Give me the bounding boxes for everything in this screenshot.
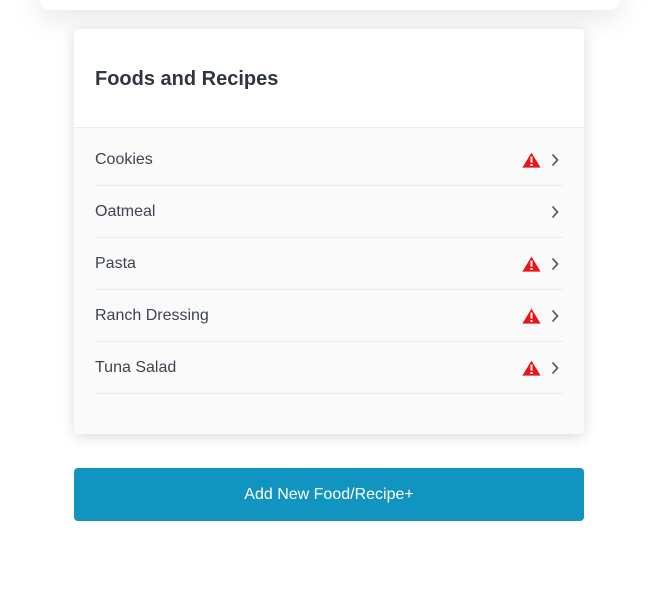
food-list: Cookies Oatmeal Pasta Ranch Dressing Tun <box>74 128 584 434</box>
chevron-right-icon <box>551 309 559 322</box>
card-header: Foods and Recipes <box>74 29 584 128</box>
card-title: Foods and Recipes <box>95 67 279 90</box>
list-item[interactable]: Ranch Dressing <box>95 290 563 342</box>
foods-recipes-card: Foods and Recipes Cookies Oatmeal Pasta … <box>74 29 584 434</box>
page: Foods and Recipes Cookies Oatmeal Pasta … <box>0 0 657 590</box>
add-food-recipe-button[interactable]: Add New Food/Recipe+ <box>74 468 584 521</box>
item-label: Oatmeal <box>95 202 156 220</box>
chevron-right-icon <box>551 257 559 270</box>
warning-icon <box>522 152 541 168</box>
list-item[interactable]: Cookies <box>95 134 563 186</box>
chevron-right-icon <box>551 153 559 166</box>
item-label: Ranch Dressing <box>95 306 209 324</box>
previous-card-edge <box>40 0 620 10</box>
item-label: Tuna Salad <box>95 358 177 376</box>
list-item[interactable]: Oatmeal <box>95 186 563 238</box>
warning-icon <box>522 256 541 272</box>
warning-icon <box>522 360 541 376</box>
chevron-right-icon <box>551 361 559 374</box>
warning-icon <box>522 308 541 324</box>
item-label: Pasta <box>95 254 136 272</box>
list-item[interactable]: Tuna Salad <box>95 342 563 394</box>
item-label: Cookies <box>95 150 153 168</box>
list-item[interactable]: Pasta <box>95 238 563 290</box>
chevron-right-icon <box>551 205 559 218</box>
